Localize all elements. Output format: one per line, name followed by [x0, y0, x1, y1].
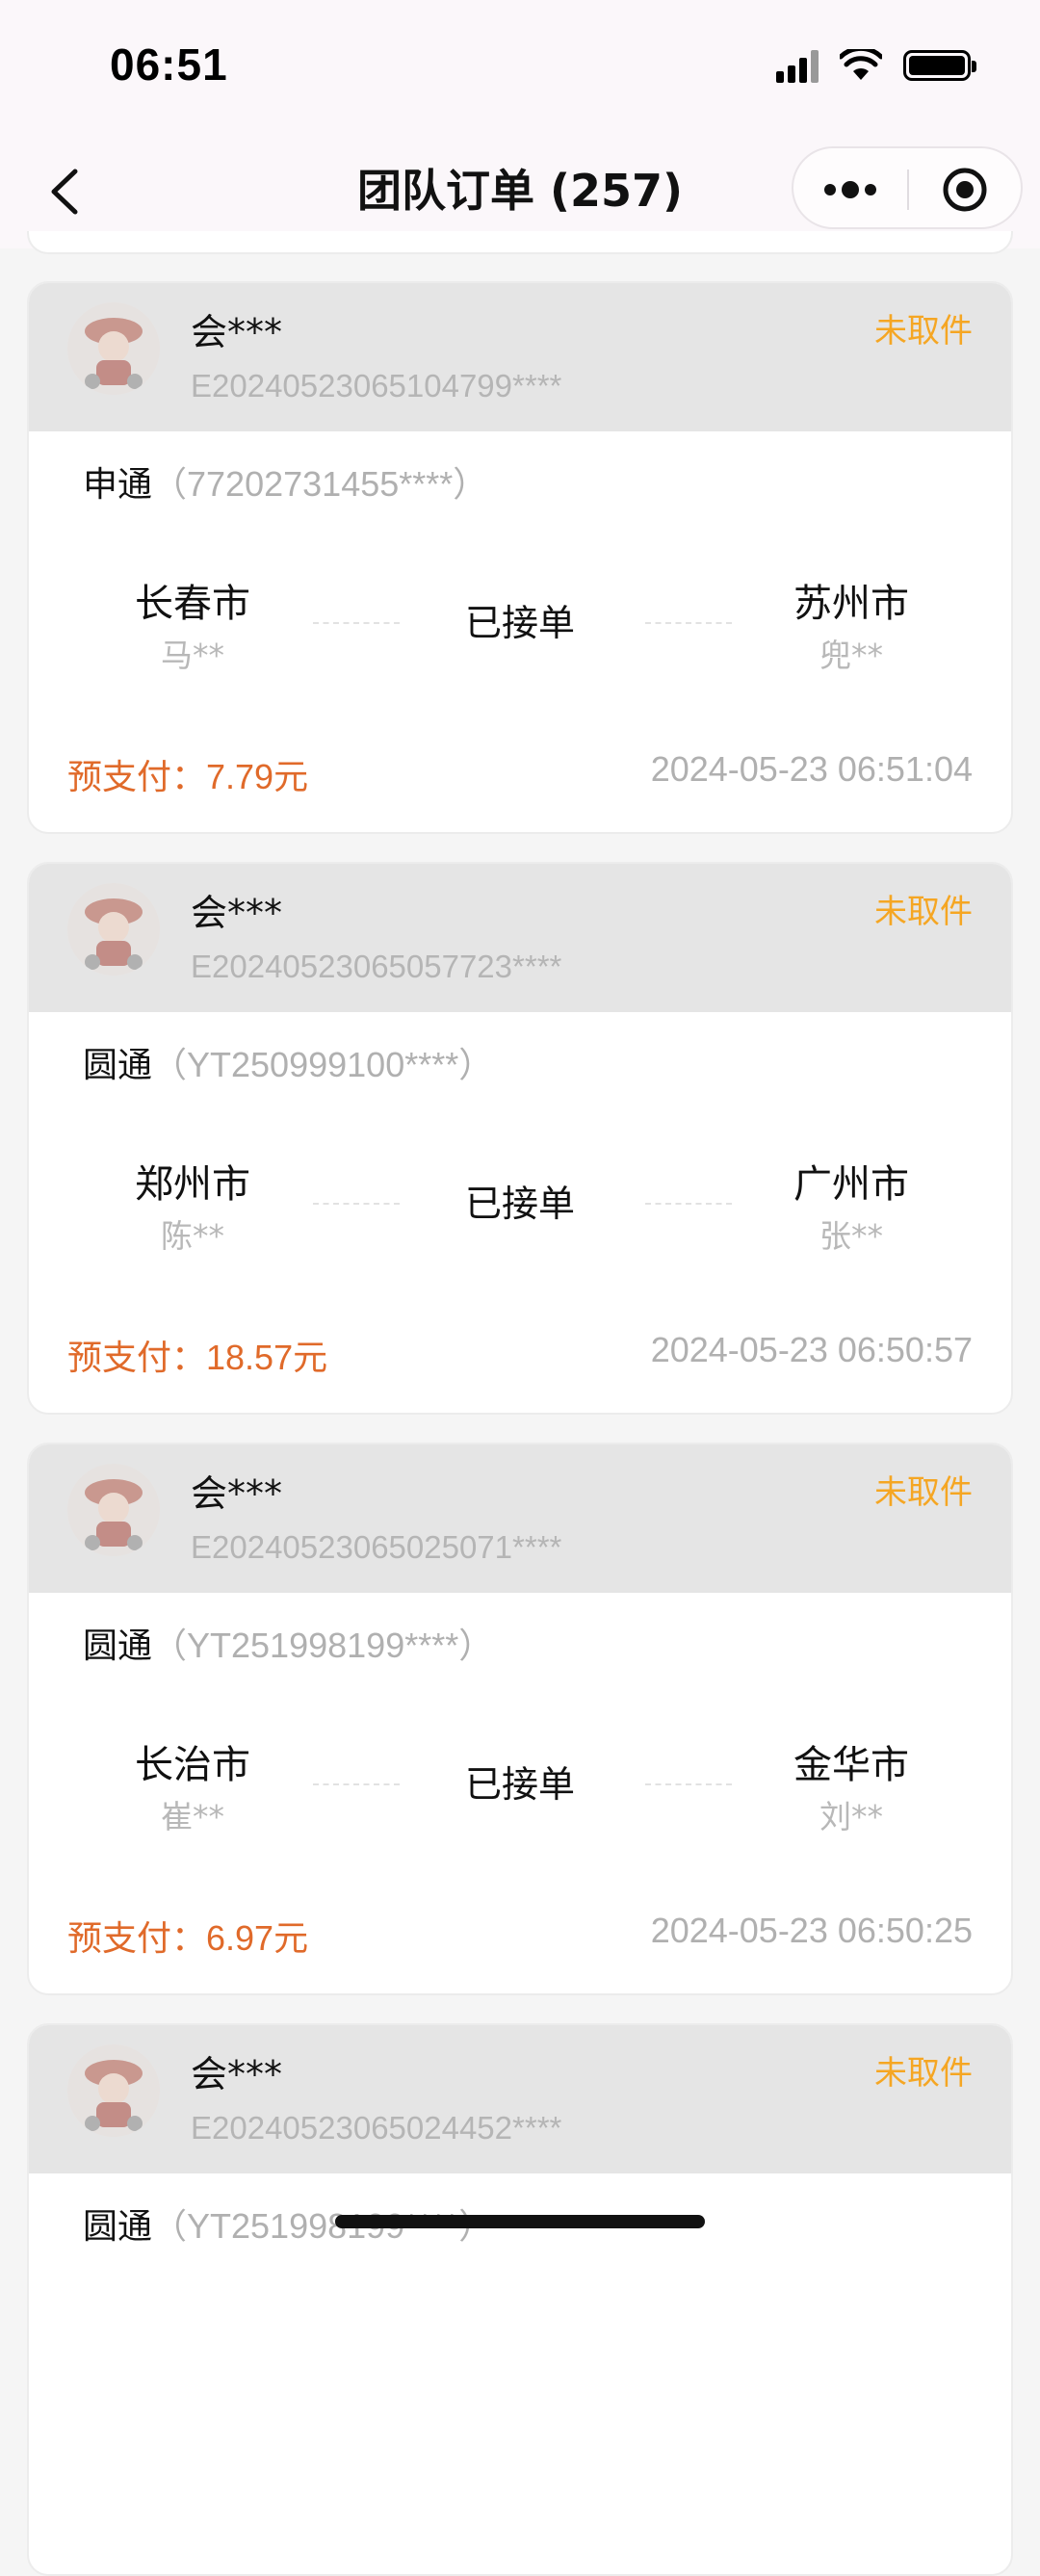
- avatar: [67, 1464, 160, 1556]
- order-card-header: 会*** E20240523065024452**** 未取件: [29, 2025, 1011, 2173]
- route-line: [645, 1783, 732, 1785]
- member-name: 会***: [191, 2053, 283, 2095]
- status-icons: [776, 48, 976, 83]
- order-card-header: 会*** E20240523065057723**** 未取件: [29, 864, 1011, 1012]
- prepay-amount: 18.57元: [206, 1338, 328, 1377]
- tracking-number: （77202731455****）: [152, 464, 488, 504]
- order-card[interactable]: 会*** E20240523065057723**** 未取件 圆通（YT250…: [27, 862, 1013, 1415]
- member-name: 会***: [191, 311, 283, 353]
- order-card-header: 会*** E20240523065104799**** 未取件: [29, 283, 1011, 431]
- status-bar: 06:51: [0, 0, 1040, 135]
- destination-city: 金华市: [793, 1743, 909, 1787]
- member-name: 会***: [191, 892, 283, 934]
- prepay: 预支付：7.79元: [67, 749, 308, 799]
- prepay-label: 预支付：: [67, 758, 207, 797]
- route-line: [645, 622, 732, 624]
- pickup-status: 未取件: [874, 1473, 973, 1512]
- recipient-name: 兜**: [819, 637, 883, 674]
- courier-line: 圆通（YT250999100****）: [83, 1037, 493, 1087]
- pickup-status: 未取件: [874, 893, 973, 931]
- destination: 苏州市 兜**: [736, 572, 967, 676]
- avatar: [67, 2044, 160, 2137]
- previous-card-edge: [27, 231, 1013, 254]
- prepay-amount: 6.97元: [206, 1918, 309, 1958]
- courier-line: 申通（77202731455****）: [83, 456, 487, 507]
- prepay-label: 预支付：: [67, 1339, 207, 1378]
- order-card-header: 会*** E20240523065025071**** 未取件: [29, 1444, 1011, 1593]
- order-number: E20240523065104799****: [191, 368, 562, 403]
- prepay-amount: 7.79元: [206, 757, 309, 796]
- destination: 广州市 张**: [736, 1153, 967, 1257]
- tracking-number: （YT251998199****）: [152, 1626, 494, 1665]
- order-card[interactable]: 会*** E20240523065025071**** 未取件 圆通（YT251…: [27, 1443, 1013, 1995]
- wifi-icon: [840, 49, 882, 80]
- created-time: 2024-05-23 06:50:57: [650, 1330, 973, 1369]
- order-number: E20240523065025071****: [191, 1529, 562, 1565]
- route: 长春市 马** 已接单 苏州市 兜**: [29, 572, 1011, 688]
- destination: 金华市 刘**: [736, 1733, 967, 1837]
- pickup-status: 未取件: [874, 2054, 973, 2093]
- order-card[interactable]: 会*** E20240523065104799**** 未取件 申通（77202…: [27, 281, 1013, 834]
- courier-name: 圆通: [83, 1046, 153, 1085]
- prepay-label: 预支付：: [67, 1919, 207, 1959]
- avatar: [67, 883, 160, 976]
- created-time: 2024-05-23 06:50:25: [650, 1911, 973, 1950]
- tracking-number: （YT250999100****）: [152, 1045, 494, 1084]
- mini-program-capsule: [792, 146, 1023, 229]
- prepay: 预支付：18.57元: [67, 1330, 327, 1380]
- destination-city: 广州市: [793, 1162, 909, 1207]
- courier-name: 圆通: [83, 1626, 153, 1666]
- recipient-name: 张**: [819, 1217, 883, 1255]
- route: 长治市 崔** 已接单 金华市 刘**: [29, 1733, 1011, 1849]
- status-time: 06:51: [110, 39, 228, 90]
- route: 郑州市 陈** 已接单 广州市 张**: [29, 1153, 1011, 1268]
- courier-line: 圆通（YT251998199****）: [83, 1618, 493, 1668]
- courier-name: 圆通: [83, 2207, 153, 2247]
- pickup-status: 未取件: [874, 312, 973, 351]
- home-indicator: [335, 2215, 705, 2228]
- member-name: 会***: [191, 1472, 283, 1515]
- order-card[interactable]: 会*** E20240523065024452**** 未取件 圆通（YT251…: [27, 2023, 1013, 2576]
- recipient-name: 刘**: [819, 1798, 883, 1835]
- courier-name: 申通: [83, 465, 153, 505]
- order-number: E20240523065024452****: [191, 2110, 562, 2146]
- created-time: 2024-05-23 06:51:04: [650, 749, 973, 789]
- avatar: [67, 302, 160, 395]
- more-icon[interactable]: [820, 173, 880, 206]
- order-number: E20240523065057723****: [191, 949, 562, 984]
- destination-city: 苏州市: [793, 582, 909, 626]
- route-line: [645, 1203, 732, 1205]
- capsule-divider: [907, 169, 909, 210]
- prepay: 预支付：6.97元: [67, 1911, 308, 1961]
- cellular-signal-icon: [776, 48, 819, 83]
- battery-icon: [903, 50, 976, 81]
- close-mini-program-icon[interactable]: [941, 166, 989, 214]
